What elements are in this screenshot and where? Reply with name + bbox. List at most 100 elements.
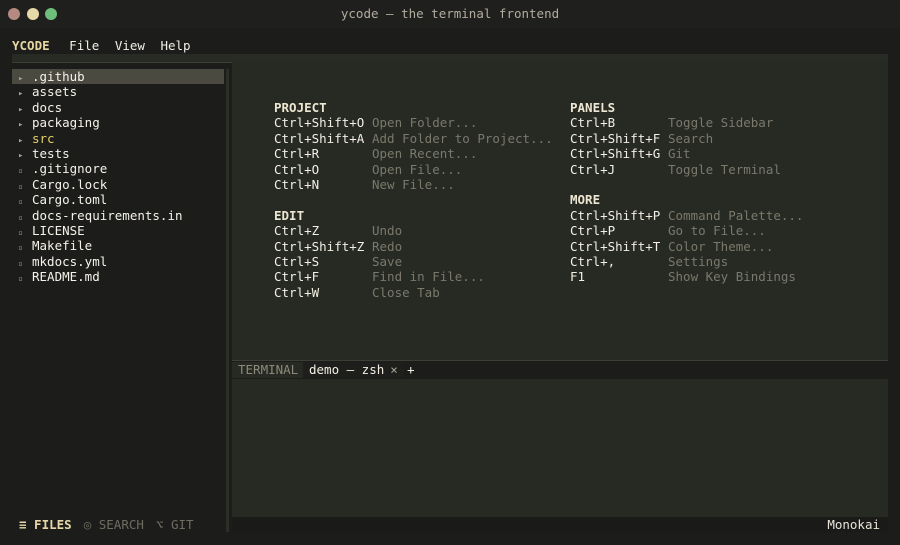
file-item[interactable]: ▫ .gitignore — [12, 161, 224, 176]
file-item[interactable]: ▫ README.md — [12, 269, 224, 284]
action-label: Open Folder... — [372, 115, 478, 131]
keybinding-row[interactable]: Ctrl+B Toggle Sidebar — [570, 115, 803, 130]
key-combo: Ctrl+Shift+P — [570, 207, 661, 223]
tree-item-label: Cargo.lock — [32, 176, 108, 192]
terminal-tab-bar: TERMINAL demo — zsh × + — [232, 361, 888, 379]
keybinding-row[interactable]: Ctrl+J Toggle Terminal — [570, 162, 803, 177]
file-item[interactable]: ▫ Cargo.lock — [12, 177, 224, 192]
key-combo: Ctrl+, — [570, 253, 616, 269]
keybinding-row[interactable]: Ctrl+Shift+T Color Theme... — [570, 239, 803, 254]
keybinding-row[interactable]: Ctrl+Shift+G Git — [570, 146, 803, 161]
tree-item-label: Makefile — [32, 238, 93, 254]
keybinding-row[interactable]: Ctrl+Shift+Z Redo — [274, 239, 553, 254]
tree-item-label: tests — [32, 145, 70, 161]
key-combo: Ctrl+Shift+F — [570, 130, 661, 146]
tree-item-label: LICENSE — [32, 222, 85, 238]
folder-item[interactable]: ▸ assets — [12, 84, 224, 99]
keybinding-row[interactable]: Ctrl+F Find in File... — [274, 269, 553, 284]
panel-resize-handle[interactable] — [232, 354, 888, 361]
keybinding-row[interactable]: Ctrl+P Go to File... — [570, 223, 803, 238]
tab-search[interactable]: ◎ SEARCH — [84, 517, 144, 532]
action-label: Find in File... — [372, 269, 485, 285]
keybinding-row[interactable]: Ctrl+N New File... — [274, 177, 553, 192]
section-title: PANELS — [570, 100, 616, 115]
key-combo: Ctrl+B — [570, 115, 616, 131]
tree-item-label: .github — [32, 69, 85, 84]
keybinding-row[interactable]: Ctrl+Shift+P Command Palette... — [570, 208, 803, 223]
folder-item[interactable]: ▸ src — [12, 131, 224, 146]
tree-item-label: packaging — [32, 115, 100, 131]
keybinding-row[interactable]: Ctrl+, Settings — [570, 254, 803, 269]
welcome-keybindings-panel: PROJECT Ctrl+Shift+O Open Folder... Ctrl+Sh… — [232, 62, 888, 354]
app-brand: YCODE — [12, 38, 50, 53]
key-combo: F1 — [570, 269, 586, 285]
file-item[interactable]: ▫ docs-requirements.in — [12, 208, 224, 223]
folder-item[interactable]: ▸ .github — [12, 69, 224, 85]
folder-item[interactable]: ▸ docs — [12, 100, 224, 115]
menu-view[interactable]: View — [115, 38, 145, 53]
tree-item-label: README.md — [32, 269, 100, 285]
status-bar: Monokai — [232, 517, 888, 532]
sidebar-view-tabs: ≡ FILES ◎ SEARCH ⌥ GIT — [19, 517, 206, 532]
key-combo: Ctrl+N — [274, 176, 320, 192]
folder-item[interactable]: ▸ packaging — [12, 115, 224, 130]
file-item[interactable]: ▫ mkdocs.yml — [12, 254, 224, 269]
key-combo: Ctrl+J — [570, 161, 616, 177]
add-terminal-button[interactable]: + — [403, 362, 419, 378]
key-combo: Ctrl+O — [274, 161, 320, 177]
key-combo: Ctrl+Shift+G — [570, 146, 661, 162]
keybinding-column: PROJECT Ctrl+Shift+O Open Folder... Ctrl+Sh… — [274, 100, 553, 300]
action-label: Command Palette... — [668, 207, 804, 223]
title-bar: ycode — the terminal frontend — [0, 0, 900, 28]
window-title: ycode — the terminal frontend — [340, 6, 560, 21]
file-item[interactable]: ▫ Makefile — [12, 238, 224, 253]
file-tree: ▸ .github ▸ assets ▸ docs ▸ packaging ▸ src ▸ tests… — [12, 69, 224, 284]
tab-git[interactable]: ⌥ GIT — [156, 517, 194, 532]
section-title: EDIT — [274, 207, 305, 223]
tab-files[interactable]: ≡ FILES — [19, 517, 72, 532]
terminal-tab[interactable]: demo — zsh × — [303, 362, 404, 378]
key-combo: Ctrl+Shift+Z — [274, 238, 365, 254]
action-label: Git — [668, 146, 691, 162]
tree-item-label: docs — [32, 99, 63, 115]
action-label: Save — [372, 253, 403, 269]
menu-file[interactable]: File — [69, 38, 99, 53]
sidebar-resize-handle[interactable] — [226, 69, 229, 532]
keybinding-column: PANELS Ctrl+B Toggle Sidebar Ctrl+Shift+F Se… — [570, 100, 803, 285]
file-item[interactable]: ▫ Cargo.toml — [12, 192, 224, 207]
action-label: Show Key Bindings — [668, 269, 796, 285]
action-label: Settings — [668, 253, 729, 269]
keybinding-row[interactable]: Ctrl+R Open Recent... — [274, 146, 553, 161]
terminal-panel-label[interactable]: TERMINAL — [232, 362, 305, 378]
keybinding-row[interactable]: Ctrl+O Open File... — [274, 162, 553, 177]
terminal-tab-label: demo — zsh — [309, 362, 385, 377]
keybinding-row[interactable]: Ctrl+S Save — [274, 254, 553, 269]
tree-item-label: src — [32, 130, 55, 146]
action-label: Close Tab — [372, 284, 440, 300]
key-combo: Ctrl+P — [570, 223, 616, 239]
close-icon[interactable]: × — [390, 362, 398, 377]
file-item[interactable]: ▫ LICENSE — [12, 223, 224, 238]
action-label: Open Recent... — [372, 146, 478, 162]
action-label: New File... — [372, 176, 455, 192]
keybinding-row[interactable]: Ctrl+Shift+A Add Folder to Project... — [274, 131, 553, 146]
action-label: Redo — [372, 238, 403, 254]
keybinding-row[interactable]: Ctrl+Shift+F Search — [570, 131, 803, 146]
key-combo: Ctrl+W — [274, 284, 320, 300]
file-icon: ▫ — [18, 274, 23, 284]
tree-item-label: assets — [32, 84, 78, 100]
tree-item-label: Cargo.toml — [32, 192, 108, 208]
keybinding-row[interactable]: Ctrl+W Close Tab — [274, 285, 553, 300]
menu-help[interactable]: Help — [160, 38, 190, 53]
theme-indicator[interactable]: Monokai — [827, 517, 880, 532]
tree-item-label: .gitignore — [32, 161, 108, 177]
terminal-output[interactable] — [232, 379, 888, 517]
folder-item[interactable]: ▸ tests — [12, 146, 224, 161]
action-label: Undo — [372, 223, 403, 239]
key-combo: Ctrl+S — [274, 253, 320, 269]
keybinding-row[interactable]: Ctrl+Z Undo — [274, 223, 553, 238]
keybinding-row[interactable]: F1 Show Key Bindings — [570, 269, 803, 284]
keybinding-row[interactable]: Ctrl+Shift+O Open Folder... — [274, 115, 553, 130]
action-label: Add Folder to Project... — [372, 130, 553, 146]
